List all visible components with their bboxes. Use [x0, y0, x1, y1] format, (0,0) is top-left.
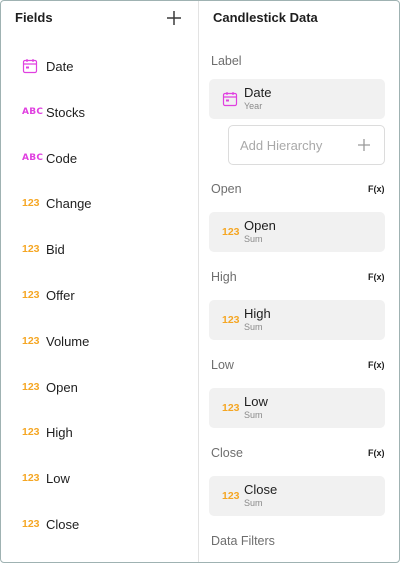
number-type-icon: 123 — [22, 426, 40, 439]
field-label: Code — [46, 150, 78, 166]
calendar-icon — [222, 91, 238, 112]
label-section-title: Label — [211, 54, 242, 68]
number-type-icon: 123 — [22, 472, 40, 485]
field-item-low[interactable]: 123 Low — [1, 456, 199, 502]
close-chip[interactable]: 123 Close Sum — [209, 476, 385, 516]
low-fx-button[interactable]: F(x) — [368, 360, 385, 370]
chip-sub: Sum — [244, 498, 263, 508]
field-label: Offer — [46, 287, 75, 303]
field-item-change[interactable]: 123 Change — [1, 181, 199, 227]
field-label: Bid — [46, 242, 65, 258]
label-date-chip[interactable]: Date Year — [209, 79, 385, 119]
text-type-icon: ABC — [22, 152, 44, 163]
number-type-icon: 123 — [222, 314, 240, 326]
chip-sub: Year — [244, 101, 263, 111]
field-item-stocks[interactable]: ABC Stocks — [1, 90, 199, 136]
number-type-icon: 123 — [22, 288, 40, 301]
field-label: Open — [46, 379, 78, 395]
number-type-icon: 123 — [22, 197, 40, 210]
number-type-icon: 123 — [22, 517, 40, 530]
field-item-close[interactable]: 123 Close — [1, 502, 199, 548]
add-hierarchy-button[interactable]: Add Hierarchy — [228, 125, 385, 165]
number-type-icon: 123 — [22, 380, 40, 393]
app-frame: Fields Date ABC Stocks ABC Code 123 Chan… — [0, 0, 400, 563]
chip-sub: Sum — [244, 234, 263, 244]
close-fx-button[interactable]: F(x) — [368, 448, 385, 458]
field-item-bid[interactable]: 123 Bid — [1, 227, 199, 273]
open-section-title: Open — [211, 182, 242, 196]
field-item-high[interactable]: 123 High — [1, 410, 199, 456]
number-type-icon: 123 — [22, 243, 40, 256]
fields-header: Fields — [1, 1, 199, 35]
field-label: Volume — [46, 333, 90, 349]
data-filters-title: Data Filters — [211, 534, 275, 548]
field-label: Low — [46, 471, 70, 487]
plus-icon — [357, 138, 371, 157]
field-item-volume[interactable]: 123 Volume — [1, 319, 199, 365]
chip-name: Open — [244, 218, 276, 233]
number-type-icon: 123 — [222, 490, 240, 502]
open-chip[interactable]: 123 Open Sum — [209, 212, 385, 252]
low-chip[interactable]: 123 Low Sum — [209, 388, 385, 428]
number-type-icon: 123 — [222, 226, 240, 238]
close-section-title: Close — [211, 446, 243, 460]
field-label: Date — [46, 59, 74, 74]
field-label: Close — [46, 516, 80, 532]
field-item-code[interactable]: ABC Code — [1, 136, 199, 182]
field-item-date[interactable]: Date — [1, 44, 199, 90]
add-field-button[interactable] — [161, 5, 187, 31]
chip-sub: Sum — [244, 410, 263, 420]
open-fx-button[interactable]: F(x) — [368, 184, 385, 194]
field-label: Stocks — [46, 104, 86, 120]
plus-icon — [167, 11, 181, 25]
number-type-icon: 123 — [222, 402, 240, 414]
field-label: High — [46, 425, 73, 441]
field-list: Date ABC Stocks ABC Code 123 Change 123 … — [1, 44, 199, 548]
text-type-icon: ABC — [22, 106, 44, 117]
add-hierarchy-label: Add Hierarchy — [240, 138, 323, 153]
field-item-open[interactable]: 123 Open — [1, 365, 199, 411]
field-item-offer[interactable]: 123 Offer — [1, 273, 199, 319]
chip-name: Date — [244, 85, 272, 100]
candlestick-data-panel: Candlestick Data Label Date Year Add Hie… — [200, 1, 399, 562]
panel-title: Candlestick Data — [213, 10, 318, 25]
high-section-title: High — [211, 270, 237, 284]
low-section-title: Low — [211, 358, 234, 372]
fields-panel: Fields Date ABC Stocks ABC Code 123 Chan… — [1, 1, 199, 562]
field-label: Change — [46, 196, 92, 212]
calendar-icon — [22, 58, 42, 76]
number-type-icon: 123 — [22, 334, 40, 347]
chip-name: High — [244, 306, 271, 321]
high-chip[interactable]: 123 High Sum — [209, 300, 385, 340]
high-fx-button[interactable]: F(x) — [368, 272, 385, 282]
chip-name: Close — [244, 482, 278, 497]
chip-name: Low — [244, 394, 268, 409]
chip-sub: Sum — [244, 322, 263, 332]
fields-title: Fields — [15, 10, 53, 25]
